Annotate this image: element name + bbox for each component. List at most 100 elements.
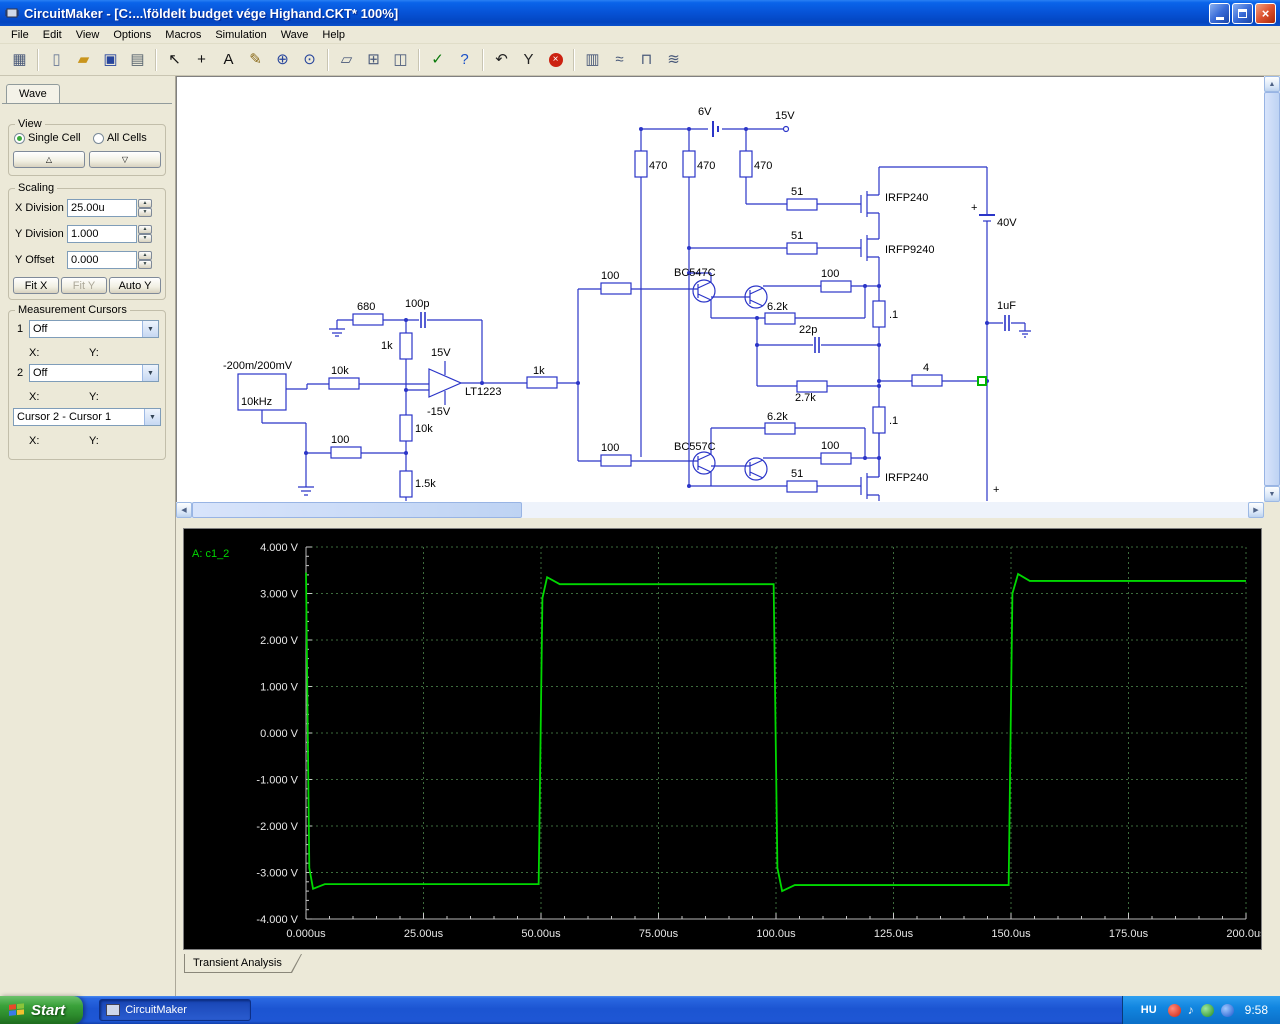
scroll-left-button[interactable]: ◀ <box>176 502 192 518</box>
messenger-tray-icon[interactable] <box>1220 1003 1234 1017</box>
stop-icon[interactable]: × <box>543 47 568 72</box>
clock[interactable]: 9:58 <box>1241 1003 1268 1017</box>
menu-file[interactable]: File <box>4 27 36 43</box>
open-folder-icon[interactable]: ▰ <box>71 47 96 72</box>
graphics-tray-icon[interactable] <box>1200 1003 1214 1017</box>
component-label: 100 <box>821 440 839 452</box>
y-division-up-button[interactable]: ▲ <box>138 225 152 234</box>
schematic-canvas[interactable]: 6V 15V 470 470 470 51 IRFP240 51 IRFP9240 +40V 100… <box>176 76 1264 502</box>
toolbar-separator <box>418 48 420 71</box>
cursor1-x-label: X: <box>29 347 40 359</box>
y-division-input[interactable] <box>67 225 137 243</box>
component-label: 51 <box>791 186 803 198</box>
fit-x-button[interactable]: Fit X <box>13 277 59 294</box>
taskbar-item-circuitmaker[interactable]: CircuitMaker <box>99 999 252 1021</box>
edit-tool-icon[interactable]: ✎ <box>243 47 268 72</box>
help-icon[interactable]: ? <box>452 47 477 72</box>
stop-glyph: × <box>548 52 563 67</box>
zoom-tool-icon[interactable]: ⊙ <box>297 47 322 72</box>
menu-simulation[interactable]: Simulation <box>208 27 273 43</box>
y-division-down-button[interactable]: ▼ <box>138 234 152 243</box>
minimize-button[interactable] <box>1209 2 1230 24</box>
menu-edit[interactable]: Edit <box>36 27 69 43</box>
x-division-down-button[interactable]: ▼ <box>138 208 152 217</box>
analyses-window-icon[interactable]: ▥ <box>580 47 605 72</box>
start-label: Start <box>31 1001 66 1019</box>
y-offset-up-button[interactable]: ▲ <box>138 251 152 260</box>
resistor <box>526 376 558 389</box>
maximize-button[interactable] <box>1232 2 1253 24</box>
mixed-wave-icon[interactable]: ≋ <box>661 47 686 72</box>
scroll-right-button[interactable]: ▶ <box>1248 502 1264 518</box>
auto-y-button[interactable]: Auto Y <box>109 277 161 294</box>
digital-wave-icon[interactable]: ⊓ <box>634 47 659 72</box>
component-label: 100 <box>821 268 839 280</box>
cursor2-dropdown-arrow[interactable]: ▼ <box>142 365 158 381</box>
y-offset-label: Y Offset <box>15 254 55 266</box>
vertical-scrollbar[interactable]: ▲ ▼ <box>1264 76 1280 502</box>
probe-y-icon[interactable]: Y <box>516 47 541 72</box>
start-button[interactable]: Start <box>0 996 84 1024</box>
menu-help[interactable]: Help <box>315 27 352 43</box>
next-wave-button[interactable]: ▽ <box>89 151 161 168</box>
wire-tool-icon[interactable]: + <box>189 47 214 72</box>
menu-wave[interactable]: Wave <box>274 27 316 43</box>
resistor <box>600 282 632 295</box>
scroll-down-button[interactable]: ▼ <box>1264 486 1280 502</box>
x-division-input[interactable] <box>67 199 137 217</box>
menu-macros[interactable]: Macros <box>158 27 208 43</box>
reset-icon[interactable]: ↶ <box>489 47 514 72</box>
vertical-scroll-thumb[interactable] <box>1264 92 1280 486</box>
cap-22p <box>814 337 820 353</box>
print-icon[interactable]: ▤ <box>125 47 150 72</box>
zoom-page-icon[interactable]: ▱ <box>334 47 359 72</box>
probe-marker[interactable] <box>977 376 987 386</box>
x-division-up-button[interactable]: ▲ <box>138 199 152 208</box>
select-tool-icon[interactable]: ↖ <box>162 47 187 72</box>
text-tool-icon[interactable]: A <box>216 47 241 72</box>
cursor2-select[interactable]: Off ▼ <box>29 364 159 382</box>
title-bar: CircuitMaker - [C:...\földelt budget vég… <box>0 0 1280 26</box>
antivirus-tray-icon[interactable] <box>1167 1003 1181 1017</box>
text-tool-glyph: A <box>223 51 234 68</box>
horizontal-scrollbar[interactable]: ◀ ▶ <box>176 502 1264 518</box>
volume-tray-icon[interactable]: ♪ <box>1188 1003 1194 1017</box>
tab-transient-analysis[interactable]: Transient Analysis <box>184 954 302 973</box>
horizontal-scroll-thumb[interactable] <box>192 502 522 518</box>
digital-mode-icon[interactable]: ✓ <box>425 47 450 72</box>
component-label: 100 <box>331 434 349 446</box>
menu-view[interactable]: View <box>69 27 107 43</box>
close-button[interactable]: × <box>1255 2 1276 24</box>
view-group: View Single Cell All Cells △ ▽ <box>8 118 166 176</box>
x-axis-tick-label: 100.0us <box>756 928 796 940</box>
x-division-label: X Division <box>15 202 64 214</box>
menu-options[interactable]: Options <box>106 27 158 43</box>
waveform-viewport[interactable]: 4.000 V 3.000 V 2.000 V 1.000 V 0.000 V -1.00… <box>183 528 1266 950</box>
language-indicator[interactable]: HU <box>1137 1003 1161 1017</box>
resistor <box>764 422 796 435</box>
cursor-diff-select[interactable]: Cursor 2 - Cursor 1 ▼ <box>13 408 161 426</box>
new-file-icon[interactable]: ▯ <box>44 47 69 72</box>
fit-window-icon[interactable]: ⊞ <box>361 47 386 72</box>
fit-y-button[interactable]: Fit Y <box>61 277 107 294</box>
cursor1-select[interactable]: Off ▼ <box>29 320 159 338</box>
analog-wave-glyph: ≈ <box>615 51 624 68</box>
cursors-group-title: Measurement Cursors <box>15 304 130 316</box>
y-offset-input[interactable] <box>67 251 137 269</box>
all-cells-radio[interactable]: All Cells <box>93 132 147 144</box>
y-offset-down-button[interactable]: ▼ <box>138 260 152 269</box>
previous-wave-button[interactable]: △ <box>13 151 85 168</box>
split-view-icon[interactable]: ◫ <box>388 47 413 72</box>
single-cell-radio[interactable]: Single Cell <box>14 132 81 144</box>
analog-wave-icon[interactable]: ≈ <box>607 47 632 72</box>
component-label: 22p <box>799 324 817 336</box>
cursor-diff-dropdown-arrow[interactable]: ▼ <box>144 409 160 425</box>
scroll-up-button[interactable]: ▲ <box>1264 76 1280 92</box>
component-label: 470 <box>697 160 715 172</box>
circuitmaker-window: CircuitMaker - [C:...\földelt budget vég… <box>0 0 1280 1024</box>
save-icon[interactable]: ▣ <box>98 47 123 72</box>
tab-wave[interactable]: Wave <box>6 84 60 103</box>
zoom-in-tool-icon[interactable]: ⊕ <box>270 47 295 72</box>
parts-browser-icon[interactable]: ▦ <box>7 47 32 72</box>
cursor1-dropdown-arrow[interactable]: ▼ <box>142 321 158 337</box>
